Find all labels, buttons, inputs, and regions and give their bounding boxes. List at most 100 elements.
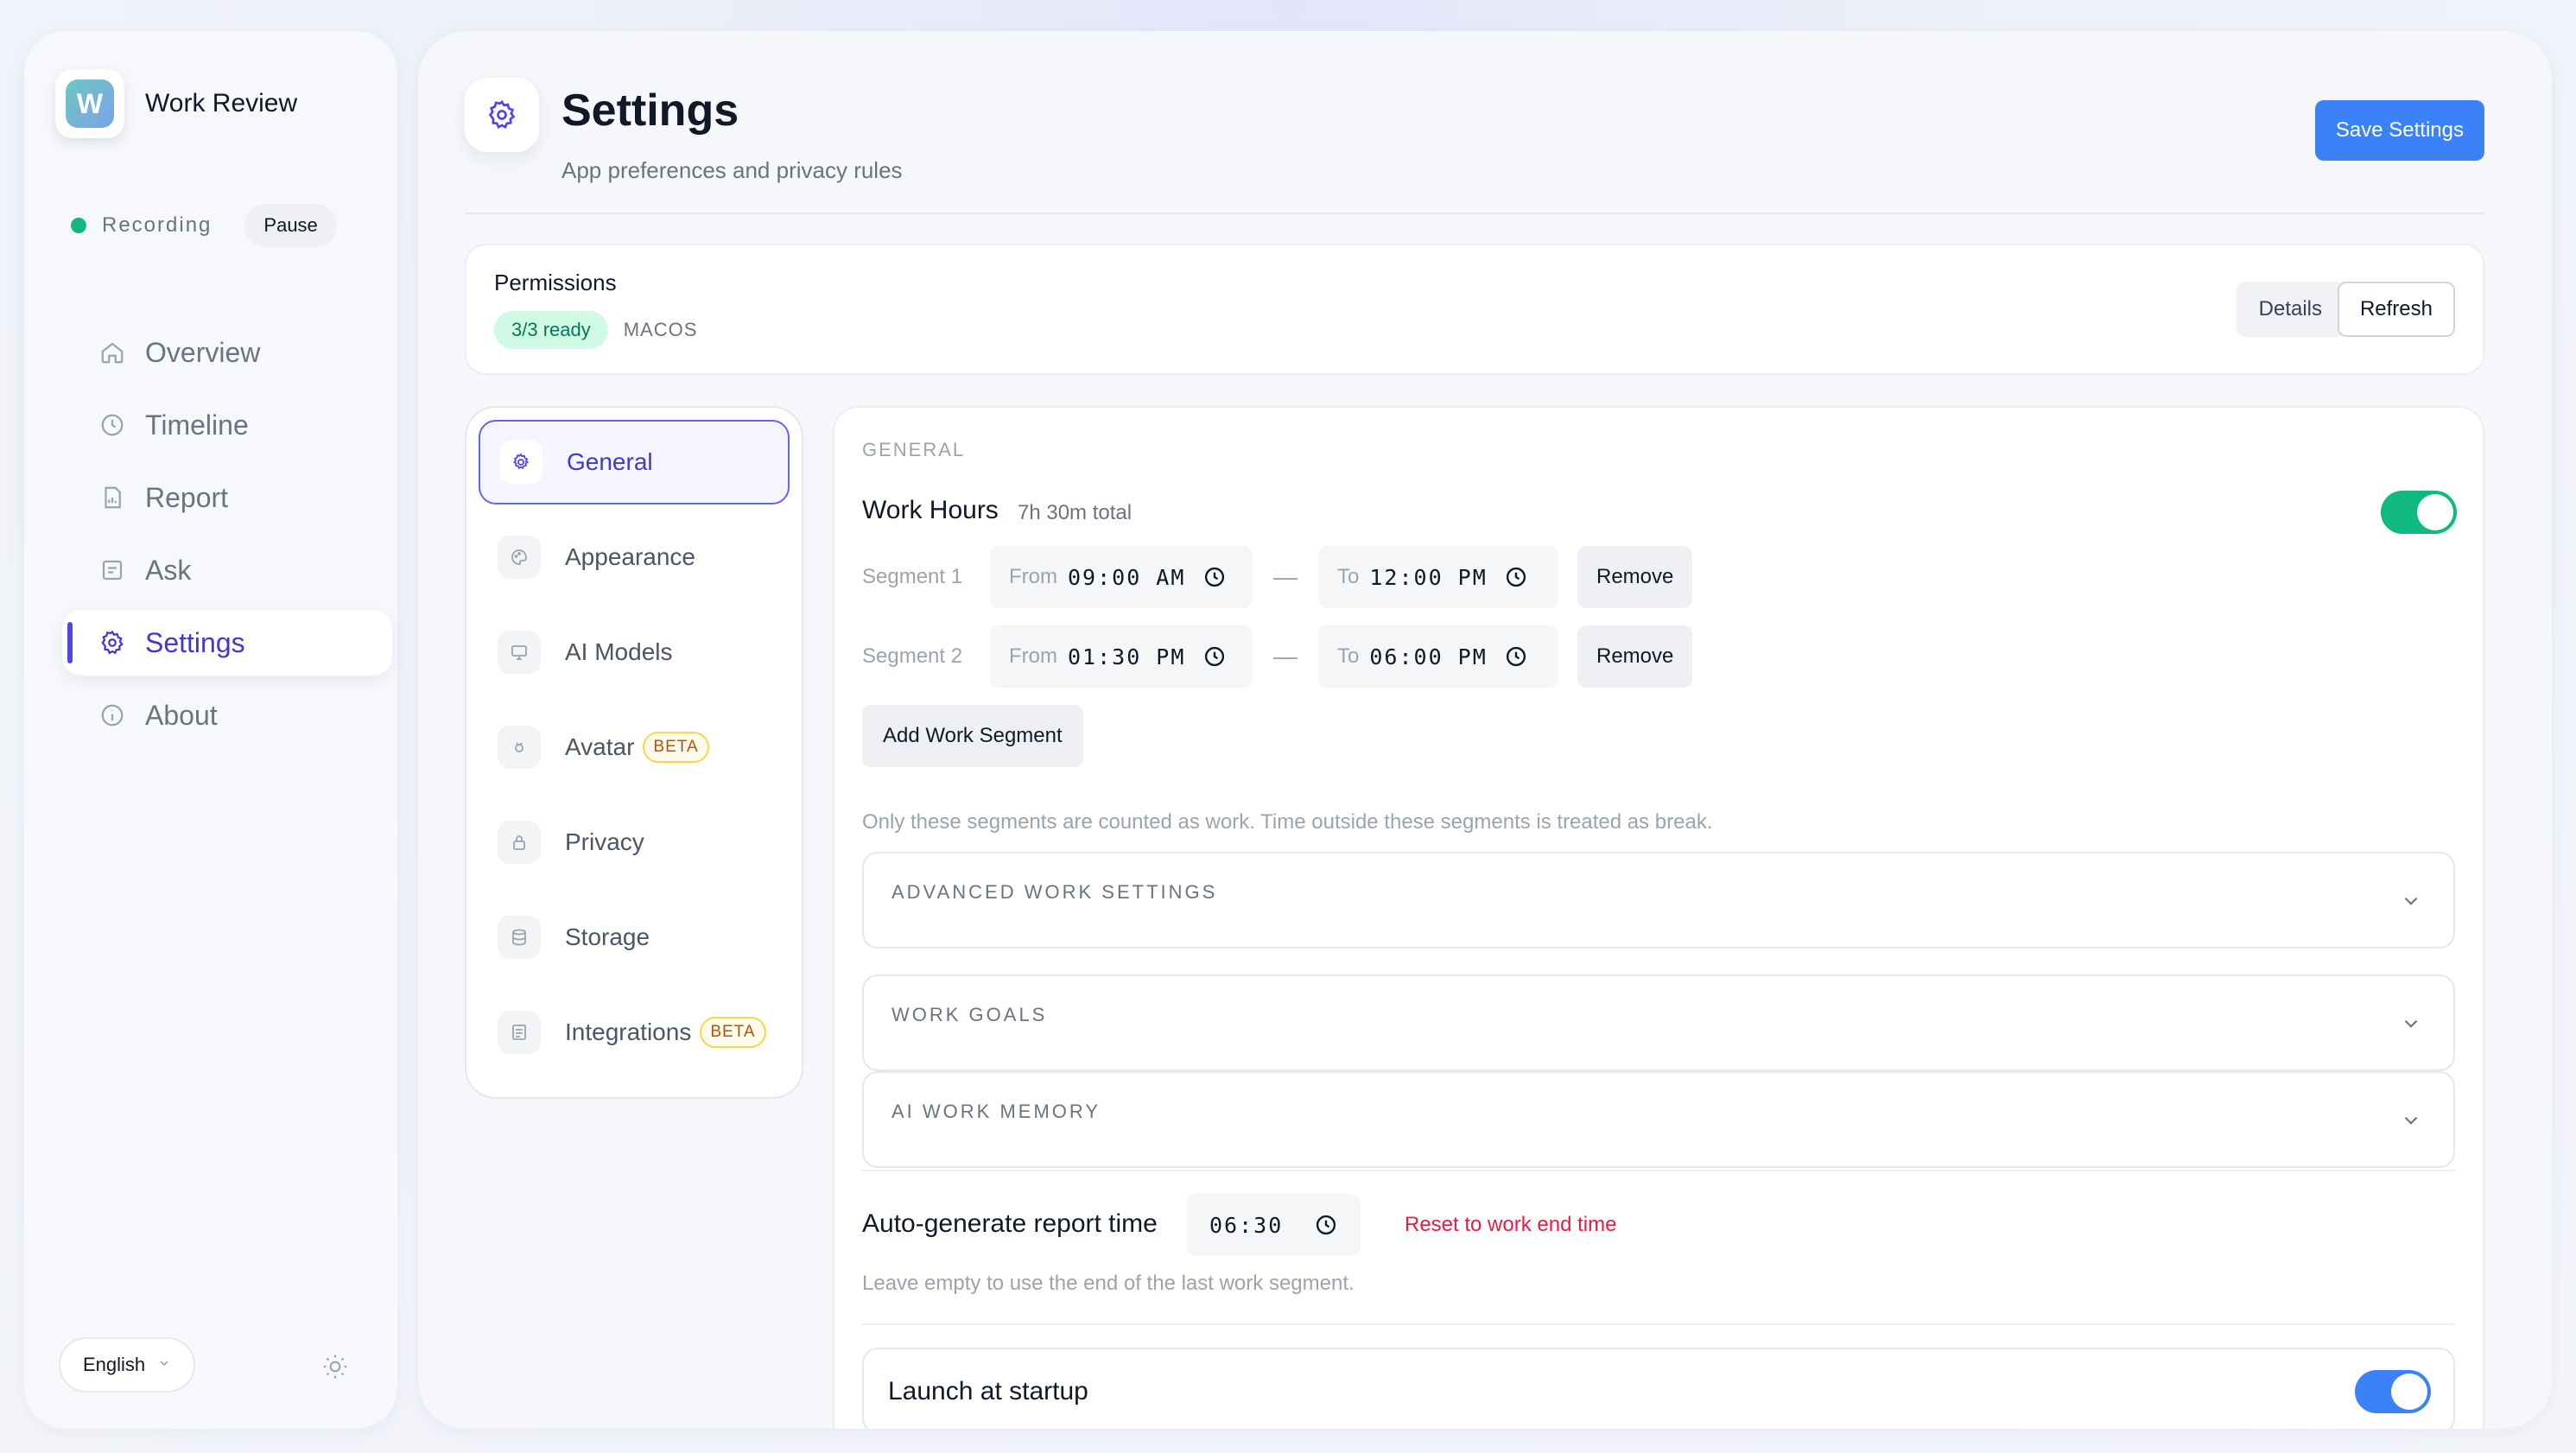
permissions-card: Permissions 3/3 ready MACOS Details Refr… — [465, 244, 2484, 375]
logo-mark: W — [66, 79, 114, 128]
header-divider — [465, 213, 2484, 214]
nav-label: Report — [145, 481, 229, 513]
clock-icon[interactable] — [1314, 1213, 1338, 1237]
page-subtitle: App preferences and privacy rules — [562, 157, 903, 183]
beta-badge: BETA — [700, 1017, 766, 1048]
home-icon — [98, 339, 126, 366]
settings-tab-label: AI Models — [565, 638, 673, 665]
remove-segment-button[interactable]: Remove — [1577, 625, 1693, 688]
language-select[interactable]: English — [59, 1337, 196, 1393]
app-name: Work Review — [145, 89, 298, 117]
range-separator: — — [1273, 563, 1298, 590]
segment-label: Segment 2 — [862, 644, 963, 668]
settings-tab-integrations[interactable]: Integrations BETA — [479, 990, 790, 1075]
auto-report-hint: Leave empty to use the end of the last w… — [862, 1272, 1355, 1295]
chevron-down-icon — [2400, 890, 2422, 912]
accordion-ai-work-memory[interactable]: AI WORK MEMORY — [862, 1071, 2455, 1168]
settings-tab-storage[interactable]: Storage — [479, 895, 790, 980]
app-logo: W — [55, 69, 124, 138]
segment-to-input[interactable]: To 12:00 PM — [1318, 546, 1558, 608]
settings-tab-appearance[interactable]: Appearance — [479, 515, 790, 600]
settings-header-gear-icon — [465, 78, 539, 152]
settings-tab-privacy[interactable]: Privacy — [479, 800, 790, 885]
from-prefix: From — [1009, 644, 1057, 668]
pause-button[interactable]: Pause — [244, 204, 337, 247]
work-segment-row: Segment 2 From 01:30 PM — To 06:00 PM Re… — [862, 625, 1693, 688]
accordion-label: ADVANCED WORK SETTINGS — [891, 881, 1218, 903]
settings-tab-ai-models[interactable]: AI Models — [479, 610, 790, 695]
reset-to-work-end-link[interactable]: Reset to work end time — [1405, 1213, 1616, 1237]
settings-tab-label: Avatar — [565, 733, 635, 760]
language-value: English — [83, 1354, 146, 1375]
avatar-icon — [498, 726, 541, 769]
time-value: 06:00 PM — [1369, 644, 1488, 669]
work-hours-total: 7h 30m total — [1018, 501, 1133, 524]
auto-report-label: Auto-generate report time — [862, 1209, 1158, 1238]
chevron-down-icon — [2400, 1012, 2422, 1035]
from-prefix: From — [1009, 565, 1057, 588]
refresh-button[interactable]: Refresh — [2337, 282, 2455, 337]
remove-segment-button[interactable]: Remove — [1577, 546, 1693, 608]
brand: W Work Review — [55, 69, 297, 138]
segment-from-input[interactable]: From 01:30 PM — [990, 625, 1253, 688]
report-icon — [98, 484, 126, 511]
clock-icon[interactable] — [1504, 644, 1528, 669]
time-value: 09:00 AM — [1068, 564, 1186, 590]
chevron-down-icon — [2400, 1109, 2422, 1132]
nav-item-timeline[interactable]: Timeline — [62, 392, 392, 458]
launch-at-startup-toggle[interactable] — [2355, 1370, 2431, 1413]
accordion-label: AI WORK MEMORY — [891, 1101, 1101, 1122]
settings-tab-general[interactable]: General — [479, 420, 790, 504]
launch-at-startup-label: Launch at startup — [888, 1377, 1088, 1405]
toggle-knob — [2417, 494, 2453, 530]
accordion-label: WORK GOALS — [891, 1004, 1048, 1025]
clock-icon[interactable] — [1202, 644, 1227, 669]
chat-icon — [98, 556, 126, 584]
general-settings-panel: GENERAL Work Hours 7h 30m total Segment … — [833, 406, 2484, 1429]
lock-icon — [498, 821, 541, 864]
section-label: GENERAL — [862, 439, 966, 460]
theme-toggle-sun-icon[interactable] — [321, 1353, 349, 1380]
nav-item-ask[interactable]: Ask — [62, 537, 392, 603]
nav-label: Overview — [145, 336, 261, 368]
clock-icon[interactable] — [1202, 565, 1227, 589]
segment-label: Segment 1 — [862, 565, 963, 588]
range-separator: — — [1273, 643, 1298, 669]
work-hours-title: Work Hours — [862, 496, 999, 524]
work-segment-row: Segment 1 From 09:00 AM — To 12:00 PM Re… — [862, 546, 1693, 608]
nav-item-about[interactable]: About — [62, 682, 392, 748]
segment-to-input[interactable]: To 06:00 PM — [1318, 625, 1558, 688]
nav-item-overview[interactable]: Overview — [62, 320, 392, 385]
main-nav: Overview Timeline Report Ask Settings Ab… — [62, 320, 392, 755]
accordion-advanced-work-settings[interactable]: ADVANCED WORK SETTINGS — [862, 852, 2455, 949]
save-settings-button[interactable]: Save Settings — [2314, 100, 2484, 161]
settings-tab-label: Appearance — [565, 543, 696, 570]
nav-item-report[interactable]: Report — [62, 465, 392, 530]
auto-report-time-input[interactable]: 06:30 — [1187, 1194, 1361, 1256]
settings-tab-label: General — [567, 448, 653, 475]
chevron-down-icon — [157, 1356, 171, 1374]
status-badge: 3/3 ready — [494, 311, 608, 349]
gear-icon — [499, 441, 542, 484]
permissions-title: Permissions — [494, 270, 617, 295]
nav-item-settings[interactable]: Settings — [62, 610, 392, 676]
add-work-segment-button[interactable]: Add Work Segment — [862, 705, 1083, 767]
settings-tab-label: Storage — [565, 923, 650, 950]
recording-status: Recording Pause — [71, 204, 337, 247]
time-value: 06:30 — [1209, 1212, 1284, 1238]
settings-tab-avatar[interactable]: Avatar BETA — [479, 705, 790, 790]
divider — [862, 1170, 2455, 1171]
work-hours-toggle[interactable] — [2381, 491, 2457, 534]
time-value: 01:30 PM — [1068, 644, 1186, 669]
accordion-work-goals[interactable]: WORK GOALS — [862, 974, 2455, 1071]
nav-label: Ask — [145, 554, 192, 586]
settings-tab-label: Integrations — [565, 1018, 692, 1045]
gear-icon — [98, 629, 126, 657]
launch-at-startup-row: Launch at startup — [862, 1348, 2455, 1429]
main-content: Settings App preferences and privacy rul… — [418, 31, 2552, 1429]
segment-from-input[interactable]: From 09:00 AM — [990, 546, 1253, 608]
details-button[interactable]: Details — [2236, 282, 2344, 337]
to-prefix: To — [1337, 644, 1360, 668]
sidebar: W Work Review Recording Pause Overview T… — [24, 31, 397, 1429]
clock-icon[interactable] — [1504, 565, 1528, 589]
